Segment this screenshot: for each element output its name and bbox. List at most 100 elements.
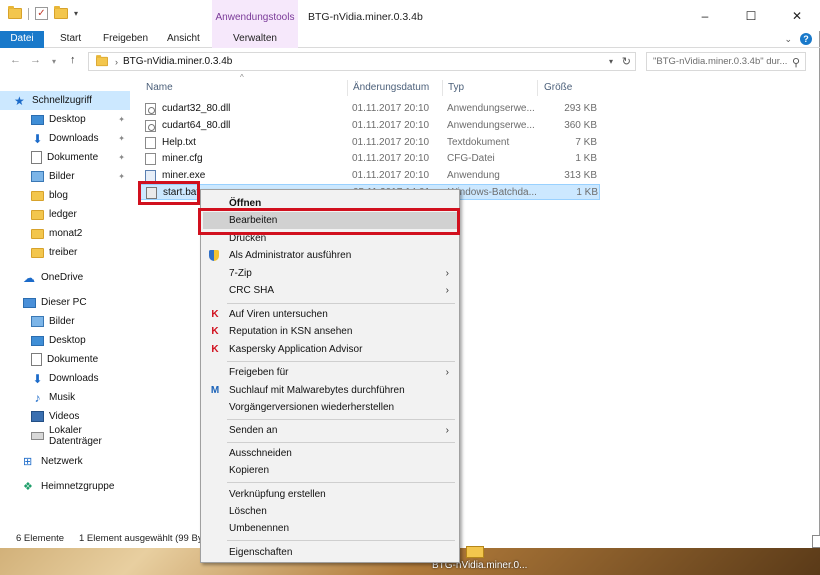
menu-item-crc-sha[interactable]: CRC SHA › [203, 282, 457, 299]
pin-icon[interactable]: ✦ [118, 115, 125, 124]
file-date: 01.11.2017 20:10 [352, 170, 430, 181]
menu-item-share-with[interactable]: Freigeben für › [203, 364, 457, 381]
help-icon[interactable]: ? [800, 33, 812, 45]
search-icon[interactable]: ⚲ [792, 55, 800, 72]
menu-item-previous-versions[interactable]: Vorgängerversionen wiederherstellen [203, 399, 457, 416]
pin-icon[interactable]: ✦ [118, 134, 125, 143]
window-title: BTG-nVidia.miner.0.3.4b [308, 11, 423, 23]
tab-freigeben[interactable]: Freigeben [103, 31, 148, 48]
file-row[interactable]: miner.cfg 01.11.2017 20:10 CFG-Datei 1 K… [140, 151, 600, 167]
menu-item-ksn-reputation[interactable]: K Reputation in KSN ansehen [203, 323, 457, 340]
expand-ribbon-icon[interactable]: ⌄ [784, 34, 792, 45]
sidebar-item-label: Desktop [49, 335, 86, 346]
back-icon[interactable]: ← [10, 54, 21, 66]
column-header-date[interactable]: Änderungsdatum [353, 78, 445, 98]
menu-separator [227, 442, 455, 443]
sidebar-item-pc-desktop[interactable]: Desktop [0, 331, 130, 350]
sidebar-item-network[interactable]: ⊞ Netzwerk [0, 452, 130, 471]
column-header-name[interactable]: Name [146, 78, 346, 98]
breadcrumb-separator-icon[interactable]: › [115, 57, 118, 67]
pictures-icon [31, 316, 44, 327]
file-name: Help.txt [162, 137, 196, 148]
sidebar-item-label: Dokumente [47, 152, 99, 163]
menu-item-kaspersky-advisor[interactable]: K Kaspersky Application Advisor [203, 341, 457, 358]
tab-ansicht[interactable]: Ansicht [167, 31, 200, 48]
homegroup-icon: ❖ [23, 480, 33, 493]
sidebar-item-pc-music[interactable]: ♪ Musik [0, 388, 130, 407]
file-row[interactable]: miner.exe 01.11.2017 20:10 Anwendung 313… [140, 168, 600, 184]
menu-item-properties[interactable]: Eigenschaften [203, 544, 457, 561]
desktop-folder-icon[interactable] [466, 546, 484, 558]
menu-item-create-shortcut[interactable]: Verknüpfung erstellen [203, 486, 457, 503]
submenu-arrow-icon: › [445, 268, 449, 279]
sidebar-item-desktop[interactable]: Desktop ✦ [0, 110, 130, 129]
tab-start[interactable]: Start [60, 31, 81, 48]
sidebar-item-monat2[interactable]: monat2 [0, 224, 130, 243]
customize-toolbar-icon[interactable]: ▾ [74, 9, 78, 18]
file-row[interactable]: cudart32_80.dll 01.11.2017 20:10 Anwendu… [140, 101, 600, 117]
folder-icon [31, 190, 44, 201]
file-date: 01.11.2017 20:10 [352, 153, 430, 164]
menu-separator [227, 303, 455, 304]
sidebar-item-downloads[interactable]: ⬇ Downloads ✦ [0, 129, 130, 148]
sidebar-item-pc-pictures[interactable]: Bilder [0, 312, 130, 331]
file-name: cudart32_80.dll [162, 103, 231, 114]
menu-item-label: Senden an [229, 425, 278, 436]
pin-icon[interactable]: ✦ [118, 172, 125, 181]
menu-item-malwarebytes[interactable]: M Suchlauf mit Malwarebytes durchführen [203, 382, 457, 399]
close-button[interactable]: ✕ [774, 0, 820, 31]
forward-icon[interactable]: → [30, 54, 41, 66]
pin-icon[interactable]: ✦ [118, 153, 125, 162]
sidebar-item-blog[interactable]: blog [0, 186, 130, 205]
up-icon[interactable]: ↑ [70, 54, 76, 66]
sidebar-item-pc-downloads[interactable]: ⬇ Downloads [0, 369, 130, 388]
refresh-icon[interactable]: ↻ [622, 55, 631, 68]
sidebar-item-pc-videos[interactable]: Videos [0, 407, 130, 426]
column-divider[interactable] [537, 80, 538, 96]
new-folder-icon[interactable] [54, 6, 68, 19]
column-header-type[interactable]: Typ [448, 78, 538, 98]
sidebar-item-ledger[interactable]: ledger [0, 205, 130, 224]
sidebar-item-this-pc[interactable]: Dieser PC [0, 293, 130, 312]
menu-item-delete[interactable]: Löschen [203, 503, 457, 520]
sidebar-item-pc-documents[interactable]: Dokumente [0, 350, 130, 369]
sidebar-item-treiber[interactable]: treiber [0, 243, 130, 262]
tab-verwalten[interactable]: Verwalten [212, 31, 298, 48]
address-bar[interactable]: › BTG-nVidia.miner.0.3.4b ▾ ↻ [88, 52, 636, 71]
menu-separator [227, 419, 455, 420]
menu-item-7zip[interactable]: 7-Zip › [203, 265, 457, 282]
menu-item-send-to[interactable]: Senden an › [203, 422, 457, 439]
column-divider[interactable] [442, 80, 443, 96]
file-name: cudart64_80.dll [162, 120, 231, 131]
menu-item-rename[interactable]: Umbenennen [203, 520, 457, 537]
navigation-pane: ★ Schnellzugriff Desktop ✦ ⬇ Downloads ✦… [0, 84, 130, 529]
sidebar-item-label: OneDrive [41, 272, 84, 283]
network-icon: ⊞ [23, 455, 33, 468]
sidebar-item-documents[interactable]: Dokumente ✦ [0, 148, 130, 167]
menu-item-virus-scan[interactable]: K Auf Viren untersuchen [203, 306, 457, 323]
address-dropdown-icon[interactable]: ▾ [609, 57, 613, 66]
sidebar-item-pictures[interactable]: Bilder ✦ [0, 167, 130, 186]
sidebar-item-quick-access[interactable]: ★ Schnellzugriff [0, 91, 130, 110]
sidebar-item-onedrive[interactable]: ☁ OneDrive [0, 268, 130, 287]
sidebar-item-local-disk[interactable]: Lokaler Datenträger [0, 425, 130, 447]
breadcrumb[interactable]: BTG-nVidia.miner.0.3.4b [123, 56, 232, 67]
recent-locations-icon[interactable]: ▾ [52, 57, 56, 66]
file-row[interactable]: Help.txt 01.11.2017 20:10 Textdokument 7… [140, 135, 600, 151]
menu-item-label: CRC SHA [229, 285, 275, 296]
maximize-button[interactable]: ☐ [728, 0, 774, 31]
file-type: Windows-Batchda... [448, 187, 537, 198]
menu-item-cut[interactable]: Ausschneiden [203, 445, 457, 462]
minimize-button[interactable]: – [682, 0, 728, 31]
search-input[interactable]: "BTG-nVidia.miner.0.3.4b" dur... ⚲ [646, 52, 806, 71]
properties-icon[interactable]: ✓ [35, 7, 48, 20]
tab-datei[interactable]: Datei [0, 31, 44, 48]
menu-item-run-as-admin[interactable]: Als Administrator ausführen [203, 247, 457, 264]
column-divider[interactable] [347, 80, 348, 96]
sidebar-item-homegroup[interactable]: ❖ Heimnetzgruppe [0, 477, 130, 496]
contextual-tab-group-label: Anwendungstools [215, 12, 295, 23]
large-icons-view-icon[interactable] [812, 535, 820, 548]
column-header-size[interactable]: Größe [544, 78, 600, 98]
file-row[interactable]: cudart64_80.dll 01.11.2017 20:10 Anwendu… [140, 118, 600, 134]
menu-item-copy[interactable]: Kopieren [203, 462, 457, 479]
